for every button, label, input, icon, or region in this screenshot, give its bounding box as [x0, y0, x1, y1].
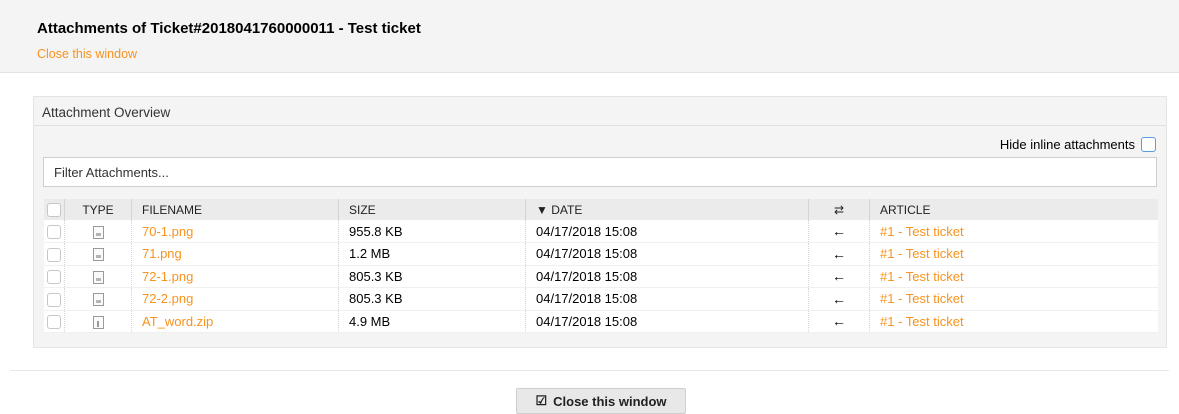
type-cell — [64, 310, 132, 333]
page-title: Attachments of Ticket#2018041760000011 -… — [37, 20, 421, 37]
select-all-header[interactable] — [44, 199, 65, 220]
image-file-icon — [92, 270, 104, 284]
row-checkbox[interactable] — [47, 224, 61, 239]
close-window-link[interactable]: Close this window — [37, 47, 137, 61]
size-cell: 4.9 MB — [338, 310, 526, 333]
row-checkbox-cell[interactable] — [44, 287, 65, 310]
direction-cell: ← — [808, 220, 870, 243]
filename-link[interactable]: AT_word.zip — [142, 314, 213, 329]
checkbox-icon: ☑ — [535, 393, 548, 408]
footer-divider — [10, 370, 1169, 371]
column-filename[interactable]: FILENAME — [131, 199, 339, 220]
date-cell: 04/17/2018 15:08 — [525, 310, 809, 333]
size-cell: 1.2 MB — [338, 242, 526, 265]
table-row[interactable]: AT_word.zip 4.9 MB 04/17/2018 15:08 ← #1… — [44, 310, 1158, 333]
image-file-icon — [92, 293, 104, 307]
direction-cell: ← — [808, 242, 870, 265]
image-file-icon — [92, 225, 104, 239]
filename-link[interactable]: 72-2.png — [142, 291, 193, 306]
filename-cell[interactable]: 71.png — [131, 242, 339, 265]
article-cell[interactable]: #1 - Test ticket — [870, 310, 1159, 333]
article-link[interactable]: #1 - Test ticket — [880, 291, 964, 306]
filename-cell[interactable]: 72-2.png — [131, 287, 339, 310]
hide-inline-checkbox[interactable] — [1141, 137, 1156, 152]
row-checkbox[interactable] — [47, 247, 61, 262]
date-cell: 04/17/2018 15:08 — [525, 242, 809, 265]
date-cell: 04/17/2018 15:08 — [525, 220, 809, 243]
table-row[interactable]: 71.png 1.2 MB 04/17/2018 15:08 ← #1 - Te… — [44, 242, 1159, 266]
type-cell — [64, 242, 132, 265]
row-checkbox[interactable] — [47, 270, 61, 285]
zip-file-icon — [92, 315, 104, 329]
column-date[interactable]: ▼ DATE — [525, 199, 809, 220]
type-cell — [64, 220, 132, 243]
filename-cell[interactable]: 70-1.png — [131, 220, 339, 243]
attachment-overview-panel: Attachment Overview Hide inline attachme… — [33, 96, 1167, 348]
column-article[interactable]: ARTICLE — [870, 199, 1159, 220]
size-cell: 955.8 KB — [338, 220, 526, 243]
article-link[interactable]: #1 - Test ticket — [880, 314, 964, 329]
size-cell: 805.3 KB — [338, 265, 526, 288]
filename-link[interactable]: 72-1.png — [142, 269, 193, 284]
close-window-button-label: Close this window — [553, 393, 667, 409]
row-checkbox-cell[interactable] — [44, 220, 65, 243]
table-row[interactable]: 72-2.png 805.3 KB 04/17/2018 15:08 ← #1 … — [44, 287, 1159, 311]
hide-inline-label: Hide inline attachments — [999, 137, 1135, 152]
size-cell: 805.3 KB — [338, 287, 526, 310]
article-cell[interactable]: #1 - Test ticket — [870, 265, 1159, 288]
table-header-row: TYPE FILENAME SIZE ▼ DATE ⇄ ARTICLE — [44, 199, 1158, 220]
attachments-table: TYPE FILENAME SIZE ▼ DATE ⇄ ARTICLE 70-1… — [44, 199, 1158, 333]
type-cell — [64, 265, 132, 288]
table-row[interactable]: 72-1.png 805.3 KB 04/17/2018 15:08 ← #1 … — [44, 265, 1158, 288]
column-size[interactable]: SIZE — [338, 199, 526, 220]
filename-cell[interactable]: AT_word.zip — [131, 310, 339, 333]
column-direction[interactable]: ⇄ — [808, 199, 870, 220]
filename-cell[interactable]: 72-1.png — [131, 265, 339, 288]
article-link[interactable]: #1 - Test ticket — [880, 224, 964, 239]
row-checkbox-cell[interactable] — [44, 265, 65, 288]
row-checkbox-cell[interactable] — [44, 242, 65, 265]
date-cell: 04/17/2018 15:08 — [525, 265, 809, 288]
type-cell — [64, 287, 132, 310]
column-type[interactable]: TYPE — [64, 199, 132, 220]
table-row[interactable]: 70-1.png 955.8 KB 04/17/2018 15:08 ← #1 … — [44, 220, 1158, 243]
filter-attachments-input[interactable] — [43, 157, 1157, 187]
direction-cell: ← — [808, 265, 870, 288]
row-checkbox-cell[interactable] — [44, 310, 65, 333]
article-cell[interactable]: #1 - Test ticket — [870, 288, 1159, 311]
page-header: Attachments of Ticket#2018041760000011 -… — [0, 0, 1179, 73]
row-checkbox[interactable] — [47, 292, 61, 307]
direction-cell: ← — [808, 310, 870, 333]
close-window-button[interactable]: ☑ Close this window — [516, 388, 686, 414]
panel-title: Attachment Overview — [42, 105, 171, 120]
row-checkbox[interactable] — [47, 315, 61, 330]
date-cell: 04/17/2018 15:08 — [525, 287, 809, 310]
select-all-checkbox[interactable] — [47, 202, 61, 217]
article-cell[interactable]: #1 - Test ticket — [870, 243, 1159, 266]
image-file-icon — [92, 248, 104, 262]
article-cell[interactable]: #1 - Test ticket — [870, 220, 1159, 243]
hide-inline-toggle[interactable]: Hide inline attachments — [1000, 137, 1156, 152]
article-link[interactable]: #1 - Test ticket — [880, 269, 964, 284]
direction-cell: ← — [808, 287, 870, 310]
divider — [34, 125, 1166, 126]
filename-link[interactable]: 70-1.png — [142, 224, 193, 239]
article-link[interactable]: #1 - Test ticket — [880, 246, 964, 261]
filename-link[interactable]: 71.png — [142, 246, 182, 261]
